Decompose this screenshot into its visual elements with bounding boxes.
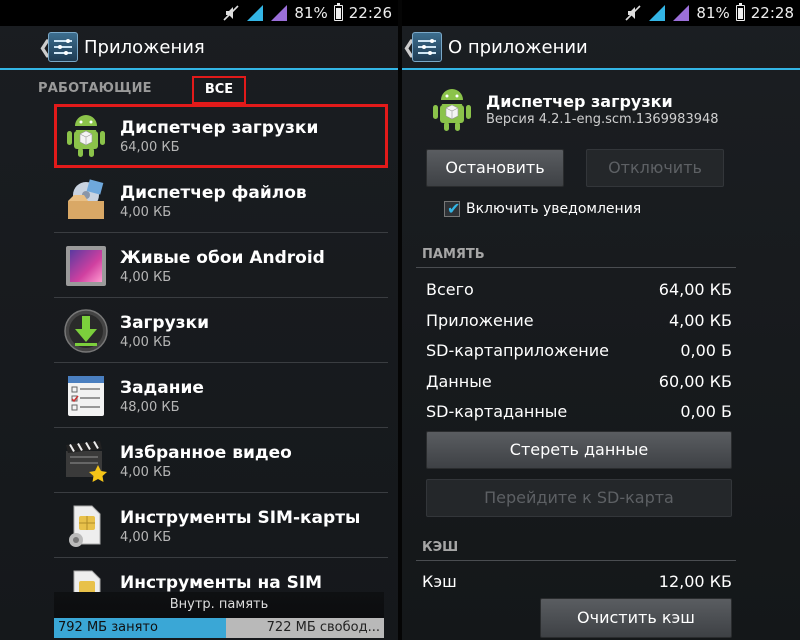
- app-size: 4,00 КБ: [120, 465, 172, 480]
- storage-usage: 792 МБ занято 722 МБ свобод...: [54, 618, 384, 638]
- list-item[interactable]: Диспетчер загрузки 64,00 КБ: [54, 104, 388, 168]
- app-size: 4,00 КБ: [120, 270, 172, 285]
- app-size: 4,00 КБ: [120, 205, 172, 220]
- app-name: Диспетчер файлов: [120, 183, 307, 203]
- app-name: Живые обои Android: [120, 248, 325, 268]
- settings-app-icon[interactable]: [48, 32, 78, 62]
- notifications-checkbox[interactable]: ✔: [444, 199, 461, 218]
- app-name: Загрузки: [120, 313, 210, 333]
- status-bar: 81% 22:26: [0, 0, 398, 26]
- action-bar: ❮ О приложении: [402, 26, 800, 70]
- sim-tools-icon: [69, 505, 101, 547]
- app-size: 48,00 КБ: [120, 400, 180, 415]
- battery-percent: 81%: [696, 4, 730, 22]
- task-list-icon: [68, 376, 104, 416]
- clock: 22:26: [348, 4, 392, 22]
- memory-value: 0,00 Б: [680, 341, 732, 360]
- tab-all[interactable]: ВСЕ: [192, 76, 246, 104]
- memory-label: Всего: [426, 280, 474, 299]
- file-manager-icon: [68, 179, 104, 219]
- page-title: О приложении: [448, 36, 588, 58]
- signal-icon: [649, 5, 666, 21]
- memory-section-header: ПАМЯТЬ: [422, 247, 485, 262]
- back-chevron-icon[interactable]: ❮: [402, 37, 417, 58]
- download-icon: [64, 309, 108, 353]
- clear-cache-button[interactable]: Очистить кэш: [540, 598, 732, 638]
- disable-button[interactable]: Отключить: [586, 149, 724, 187]
- memory-label: Данные: [426, 372, 492, 391]
- mute-icon: [625, 5, 641, 21]
- list-item[interactable]: Задание 48,00 КБ: [54, 364, 388, 428]
- storage-label: Внутр. память: [54, 592, 384, 618]
- memory-row: SD-картаприложение 0,00 Б: [426, 341, 732, 360]
- cache-value: 12,00 КБ: [658, 572, 732, 591]
- notifications-label: Включить уведомления: [466, 201, 642, 217]
- battery-percent: 81%: [294, 4, 328, 22]
- app-name: Инструменты на SIM: [120, 573, 323, 593]
- app-name: Инструменты SIM-карты: [120, 508, 361, 528]
- app-name: Избранное видео: [120, 443, 292, 463]
- signal-icon: [247, 5, 264, 21]
- storage-free-text: 722 МБ свобод...: [266, 620, 380, 635]
- memory-label: Приложение: [426, 311, 534, 330]
- list-item[interactable]: Живые обои Android 4,00 КБ: [54, 234, 388, 298]
- memory-row: Данные 60,00 КБ: [426, 372, 732, 391]
- tab-running[interactable]: РАБОТАЮЩИЕ: [38, 76, 152, 102]
- memory-value: 60,00 КБ: [658, 372, 732, 391]
- battery-icon: [333, 3, 343, 21]
- back-chevron-icon[interactable]: ❮: [38, 37, 53, 58]
- clock: 22:28: [750, 4, 794, 22]
- live-wallpaper-icon: [66, 246, 106, 286]
- move-to-sd-button[interactable]: Перейдите к SD-карта: [426, 479, 732, 517]
- clear-data-button[interactable]: Стереть данные: [426, 431, 732, 469]
- highlight-frame: [54, 104, 388, 168]
- android-box-icon: [433, 89, 471, 131]
- battery-icon: [735, 3, 745, 21]
- memory-value: 0,00 Б: [680, 402, 732, 421]
- list-item[interactable]: Загрузки 4,00 КБ: [54, 299, 388, 363]
- app-name: Задание: [120, 378, 204, 398]
- cache-section-header: КЭШ: [422, 540, 459, 555]
- list-item[interactable]: Избранное видео 4,00 КБ: [54, 429, 388, 493]
- status-bar: 81% 22:28: [402, 0, 800, 26]
- app-info-screen: 81% 22:28 ❮ О приложении Диспетчер загру…: [402, 0, 800, 640]
- action-bar: ❮ Приложения: [0, 26, 398, 70]
- memory-row: SD-картаданные 0,00 Б: [426, 402, 732, 421]
- mute-icon: [223, 5, 239, 21]
- memory-label: SD-картаприложение: [426, 341, 609, 360]
- app-size: 4,00 КБ: [120, 335, 172, 350]
- tab-bar: РАБОТАЮЩИЕ ВСЕ: [38, 76, 388, 107]
- app-name: Диспетчер загрузки: [486, 92, 673, 111]
- cache-label: Кэш: [422, 572, 457, 591]
- apps-list-screen: 81% 22:26 ❮ Приложения РАБОТАЮЩИЕ ВСЕ Ди…: [0, 0, 398, 640]
- memory-row: Приложение 4,00 КБ: [426, 311, 732, 330]
- memory-label: SD-картаданные: [426, 402, 568, 421]
- force-stop-button[interactable]: Остановить: [426, 149, 564, 187]
- internal-storage-bar: Внутр. память 792 МБ занято 722 МБ свобо…: [54, 592, 384, 640]
- list-item[interactable]: Диспетчер файлов 4,00 КБ: [54, 169, 388, 233]
- check-icon: ✔: [447, 199, 461, 218]
- cache-row: Кэш 12,00 КБ: [422, 572, 732, 591]
- memory-value: 4,00 КБ: [668, 311, 732, 330]
- memory-value: 64,00 КБ: [658, 280, 732, 299]
- app-size: 4,00 КБ: [120, 530, 172, 545]
- app-version: Версия 4.2.1-eng.scm.1369983948: [486, 112, 719, 127]
- list-item[interactable]: Инструменты SIM-карты 4,00 КБ: [54, 494, 388, 558]
- section-divider: [416, 560, 736, 561]
- memory-row: Всего 64,00 КБ: [426, 280, 732, 299]
- settings-app-icon[interactable]: [412, 32, 442, 62]
- storage-used-text: 792 МБ занято: [58, 620, 158, 635]
- page-title: Приложения: [84, 36, 205, 58]
- signal-icon: [271, 5, 288, 21]
- favorite-video-icon: [66, 441, 107, 482]
- section-divider: [416, 267, 736, 268]
- signal-icon: [673, 5, 690, 21]
